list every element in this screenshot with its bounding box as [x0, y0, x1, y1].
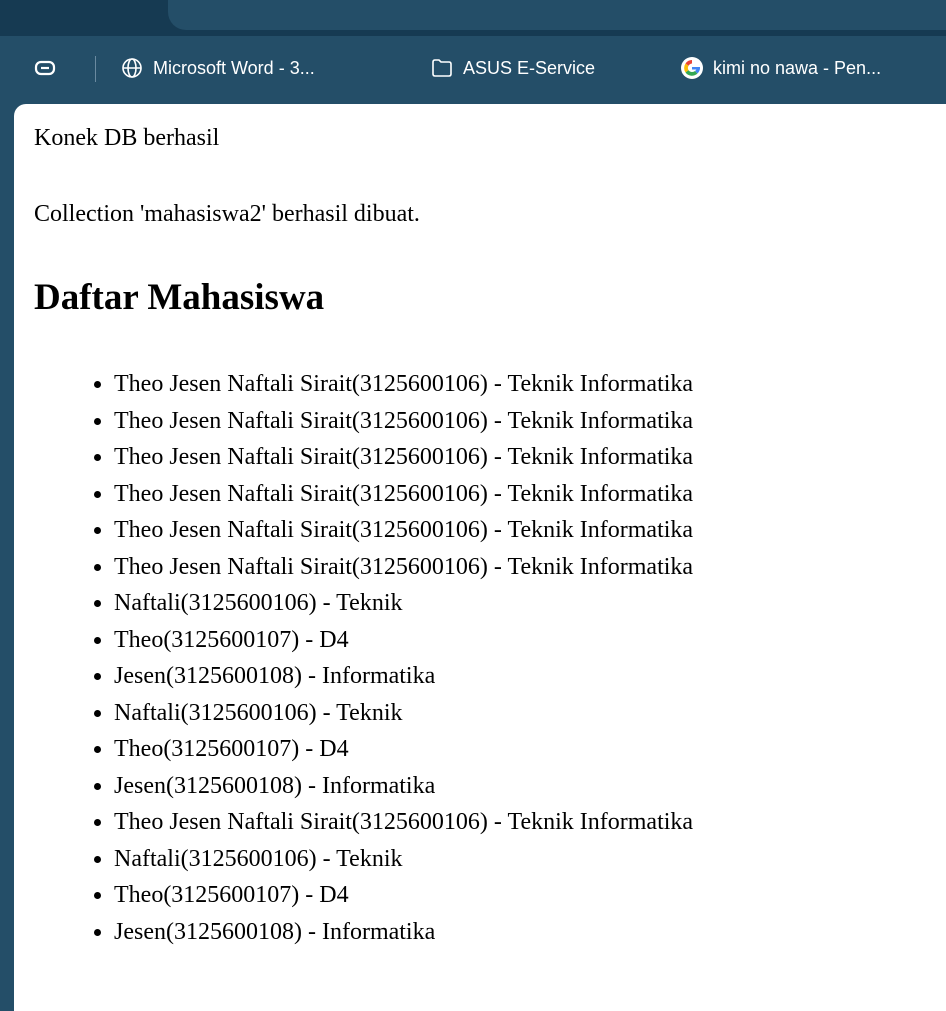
list-item: Theo Jesen Naftali Sirait(3125600106) - …	[114, 366, 693, 403]
page-title: Daftar Mahasiswa	[34, 277, 325, 318]
bookmark-kimi-no-nawa[interactable]: kimi no nawa - Pen...	[680, 53, 881, 83]
tab-groups-icon[interactable]	[30, 53, 60, 83]
list-item: Theo Jesen Naftali Sirait(3125600106) - …	[114, 476, 693, 513]
page-content: Konek DB berhasil Collection 'mahasiswa2…	[14, 104, 946, 1011]
google-icon	[680, 56, 704, 80]
list-item: Jesen(3125600108) - Informatika	[114, 658, 693, 695]
list-item: Theo(3125600107) - D4	[114, 731, 693, 768]
list-item: Jesen(3125600108) - Informatika	[114, 914, 693, 951]
student-list: Theo Jesen Naftali Sirait(3125600106) - …	[73, 366, 693, 950]
list-item: Theo Jesen Naftali Sirait(3125600106) - …	[114, 549, 693, 586]
list-item: Theo(3125600107) - D4	[114, 622, 693, 659]
bookmarks-bar: Microsoft Word - 3... ASUS E-Service kim…	[0, 36, 946, 104]
bookmark-label: Microsoft Word - 3...	[153, 57, 315, 78]
list-item: Naftali(3125600106) - Teknik	[114, 695, 693, 732]
collection-status-message: Collection 'mahasiswa2' berhasil dibuat.	[34, 201, 420, 227]
globe-icon	[120, 56, 144, 80]
bookmark-asus-e-service[interactable]: ASUS E-Service	[430, 53, 595, 83]
list-item: Theo Jesen Naftali Sirait(3125600106) - …	[114, 512, 693, 549]
list-item: Theo(3125600107) - D4	[114, 877, 693, 914]
list-item: Jesen(3125600108) - Informatika	[114, 768, 693, 805]
tab-strip	[0, 0, 946, 36]
list-item: Theo Jesen Naftali Sirait(3125600106) - …	[114, 403, 693, 440]
list-item: Theo Jesen Naftali Sirait(3125600106) - …	[114, 439, 693, 476]
bookmark-microsoft-word[interactable]: Microsoft Word - 3...	[120, 53, 315, 83]
active-tab-edge[interactable]	[168, 0, 946, 30]
db-status-message: Konek DB berhasil	[34, 125, 220, 151]
bookmark-label: ASUS E-Service	[463, 57, 596, 78]
list-item: Theo Jesen Naftali Sirait(3125600106) - …	[114, 804, 693, 841]
bookmark-label: kimi no nawa - Pen...	[713, 57, 882, 78]
bookmarks-divider	[95, 56, 96, 82]
list-item: Naftali(3125600106) - Teknik	[114, 841, 693, 878]
list-item: Naftali(3125600106) - Teknik	[114, 585, 693, 622]
browser-window: Microsoft Word - 3... ASUS E-Service kim…	[0, 0, 946, 1011]
folder-icon	[430, 56, 454, 80]
